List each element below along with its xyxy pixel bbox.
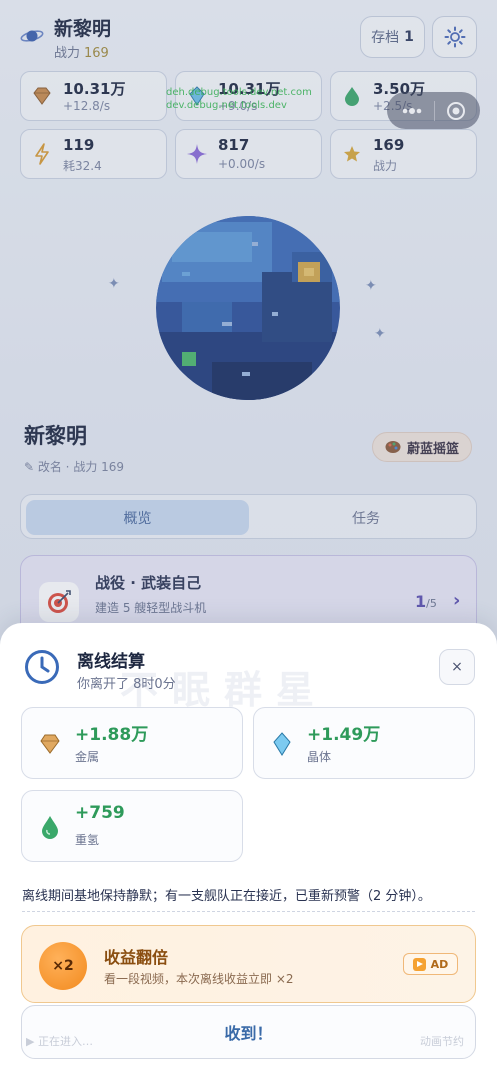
dashed-divider [22, 911, 475, 912]
gain-name: 金属 [75, 750, 100, 764]
close-icon: × [451, 659, 463, 675]
offline-notice: 离线期间基地保持静默；有一支舰队正在接近，已重新预警（2 分钟）。 [22, 889, 431, 904]
gain-card-crystal: +1.49万 晶体 [253, 707, 475, 779]
ad-label: AD [430, 957, 449, 971]
double-title: 收益翻倍 [104, 948, 169, 967]
gain-value: +759 [75, 803, 125, 823]
play-icon [412, 957, 426, 971]
crystal-icon [273, 732, 291, 756]
offline-settlement-modal: 不眠群星 离线结算 你离开了 8时0分 × +1.88万 金属 +1.49万 晶… [0, 623, 497, 1080]
modal-title: 离线结算 [77, 652, 145, 672]
diamond-icon [40, 734, 60, 754]
anim-hint-text: 动画节约 [420, 1035, 464, 1048]
ad-badge: AD [403, 953, 458, 975]
gain-name: 晶体 [307, 750, 332, 764]
gain-card-deuterium: +759 重氢 [21, 790, 243, 862]
double-reward-button[interactable]: ×2 收益翻倍 看一段视频，本次离线收益立即 ×2 AD [21, 925, 476, 1003]
x2-badge: ×2 [39, 942, 87, 990]
double-description: 看一段视频，本次离线收益立即 ×2 [104, 972, 294, 986]
collect-button[interactable]: 收到！ [21, 1005, 476, 1059]
close-button[interactable]: × [439, 649, 475, 685]
gain-value: +1.88万 [75, 725, 149, 745]
clock-icon [25, 650, 59, 684]
drop-icon [42, 816, 58, 839]
gain-value: +1.49万 [307, 725, 381, 745]
modal-subtitle: 你离开了 8时0分 [77, 677, 176, 692]
loading-hint-text: ▶ 正在进入… [26, 1035, 93, 1048]
gain-name: 重氢 [75, 833, 100, 847]
gain-card-metal: +1.88万 金属 [21, 707, 243, 779]
